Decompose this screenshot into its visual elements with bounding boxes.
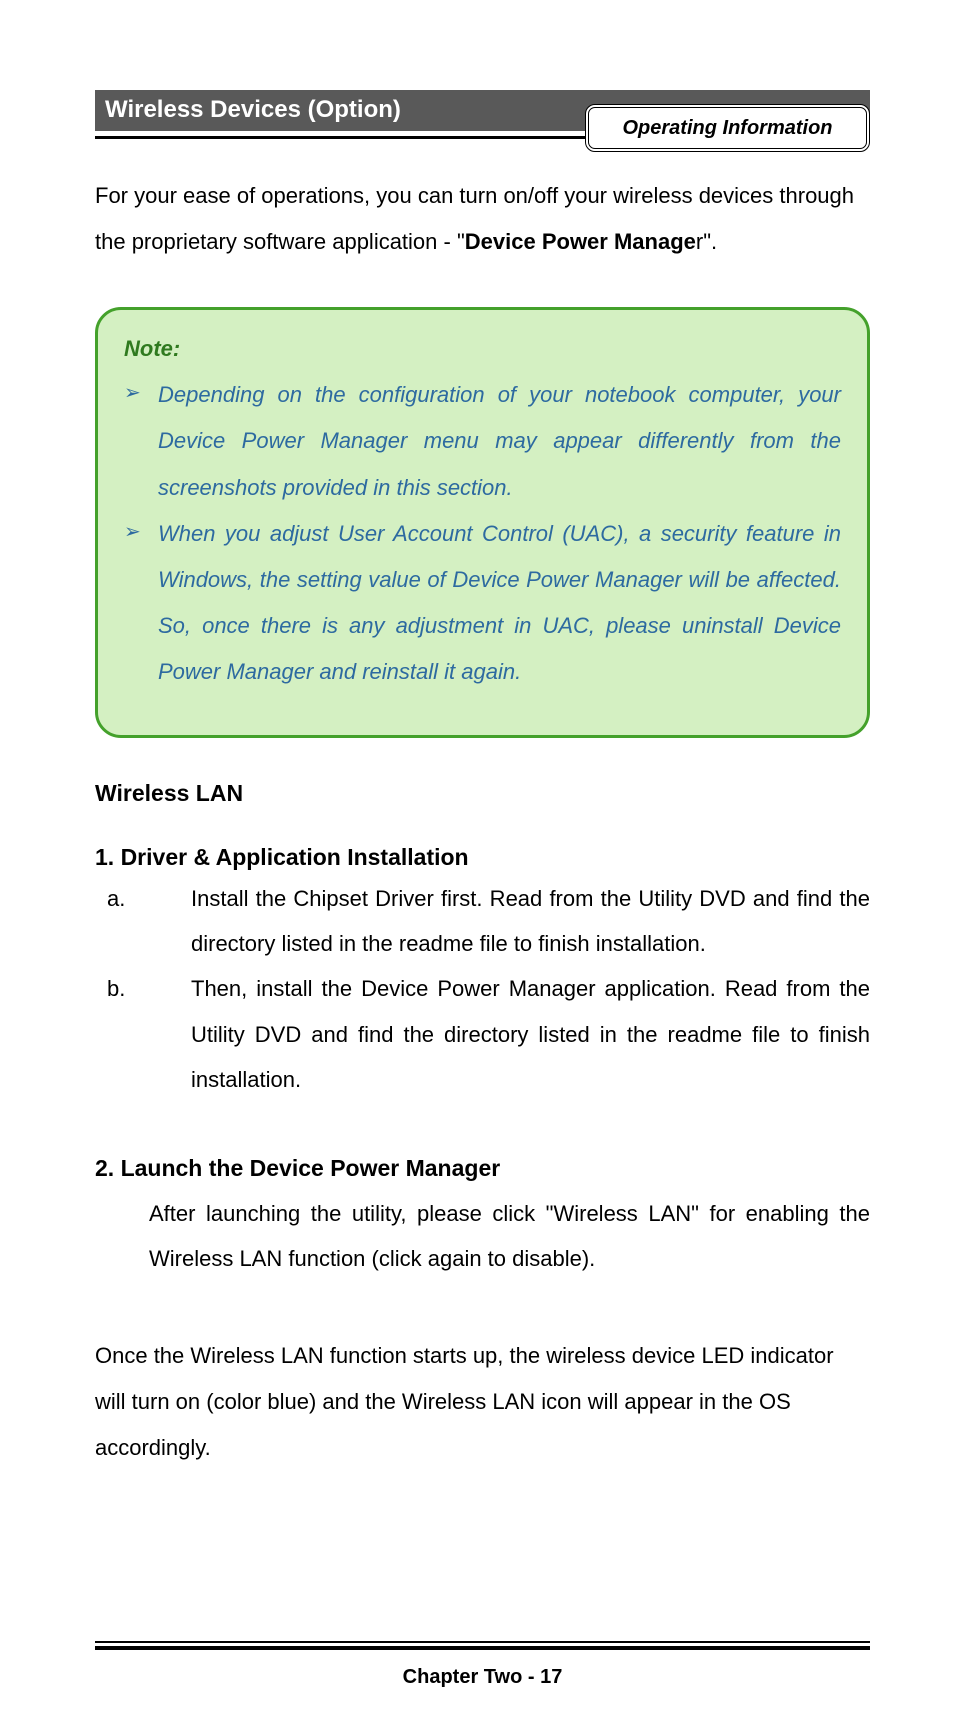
- header-badge: Operating Information: [585, 104, 870, 152]
- intro-paragraph: For your ease of operations, you can tur…: [95, 173, 870, 265]
- step2-body: After launching the utility, please clic…: [149, 1191, 870, 1281]
- conclusion-paragraph: Once the Wireless LAN function starts up…: [95, 1333, 870, 1472]
- footer-text: Chapter Two - 17: [0, 1666, 965, 1689]
- step1-b: b.Then, install the Device Power Manager…: [149, 966, 870, 1101]
- wlan-heading: Wireless LAN: [95, 780, 870, 807]
- note-item: When you adjust User Account Control (UA…: [124, 511, 841, 696]
- note-item: Depending on the configuration of your n…: [124, 372, 841, 511]
- step1-list: a.Install the Chipset Driver first. Read…: [95, 876, 870, 1101]
- intro-bold: Device Power Manage: [465, 229, 696, 254]
- footer-rule-thick: [95, 1646, 870, 1650]
- step1-a-text: Install the Chipset Driver first. Read f…: [191, 886, 870, 956]
- step1-b-label: b.: [149, 966, 191, 1011]
- footer-rule-thin: [95, 1641, 870, 1643]
- note-title: Note:: [124, 336, 841, 362]
- note-box: Note: Depending on the configuration of …: [95, 307, 870, 738]
- step1-a: a.Install the Chipset Driver first. Read…: [149, 876, 870, 966]
- step1-a-label: a.: [149, 876, 191, 921]
- step2-title: 2. Launch the Device Power Manager: [95, 1150, 870, 1187]
- step1-title: 1. Driver & Application Installation: [95, 839, 870, 876]
- intro-post: r".: [696, 229, 717, 254]
- step1-b-text: Then, install the Device Power Manager a…: [191, 976, 870, 1091]
- note-list: Depending on the configuration of your n…: [124, 372, 841, 695]
- page: Operating Information Wireless Devices (…: [0, 90, 965, 1719]
